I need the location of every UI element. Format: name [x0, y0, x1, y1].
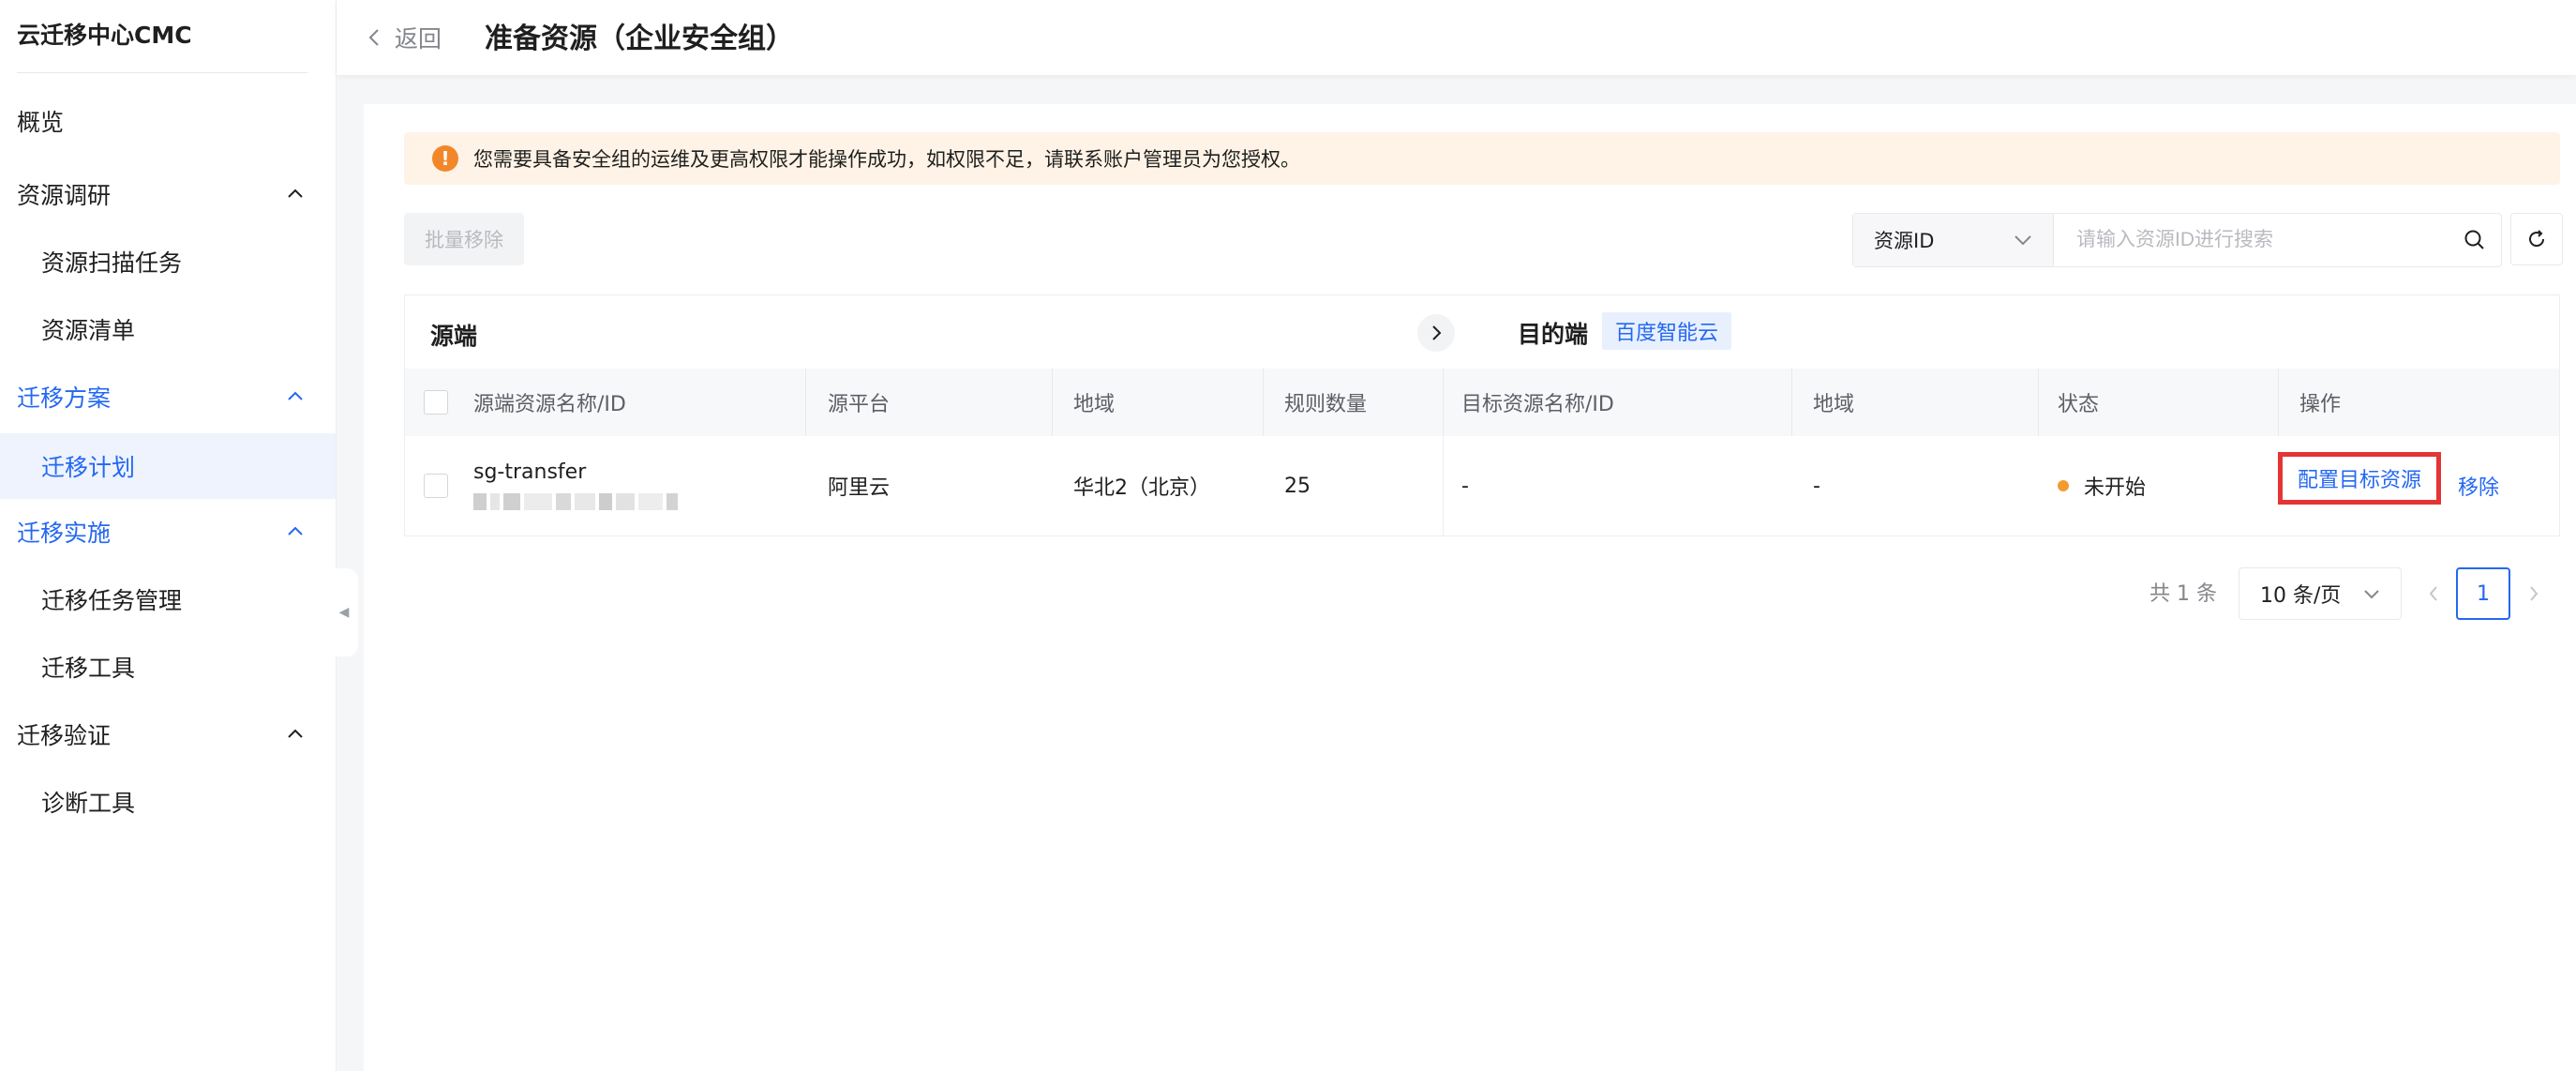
- source-resource-cell: sg-transfer: [473, 436, 715, 536]
- column-header: 地域: [1073, 393, 1116, 416]
- status-text: 未开始: [2084, 476, 2147, 500]
- rule-count: 25: [1284, 474, 1310, 498]
- target-platform-badge: 百度智能云: [1602, 312, 1732, 350]
- target-group-label: 目的端: [1518, 321, 1589, 348]
- source-group-label: 源端: [430, 323, 478, 350]
- sidebar-item-label: 概览: [17, 109, 65, 136]
- target-region: -: [1813, 474, 1820, 498]
- search-field-select[interactable]: 资源ID: [1853, 214, 2054, 266]
- next-page-button[interactable]: [2520, 578, 2548, 610]
- main-card: ! 您需要具备安全组的运维及更高权限才能操作成功，如权限不足，请联系账户管理员为…: [364, 104, 2576, 1071]
- sidebar-group-verify[interactable]: 迁移验证: [0, 703, 336, 765]
- chevron-up-icon: [288, 526, 303, 536]
- chevron-down-icon: [2364, 589, 2379, 598]
- sidebar-item-scan-tasks[interactable]: 资源扫描任务: [0, 231, 336, 293]
- target-resource-name: -: [1461, 474, 1469, 498]
- table-row: sg-transfer 阿里云 华北2（北京） 25 - - 未开始 配置目标资…: [405, 436, 2559, 536]
- source-platform: 阿里云: [828, 476, 891, 500]
- sidebar-item-label: 资源调研: [17, 182, 112, 209]
- chevron-up-icon: [288, 729, 303, 738]
- permission-alert: ! 您需要具备安全组的运维及更高权限才能操作成功，如权限不足，请联系账户管理员为…: [404, 132, 2560, 185]
- sidebar-item-label: 迁移实施: [17, 520, 112, 547]
- status-dot-icon: [2058, 480, 2069, 491]
- triangle-left-icon: ◀: [338, 605, 350, 620]
- alert-text: 您需要具备安全组的运维及更高权限才能操作成功，如权限不足，请联系账户管理员为您授…: [473, 148, 1300, 171]
- sidebar-item-resource-list[interactable]: 资源清单: [0, 298, 336, 360]
- sidebar-item-label: 迁移任务管理: [41, 587, 183, 614]
- warning-icon: !: [432, 145, 458, 172]
- sidebar-item-label: 资源清单: [41, 317, 136, 344]
- divider: [17, 72, 307, 73]
- page-size-value: 10 条/页: [2260, 584, 2342, 608]
- sidebar-item-label: 诊断工具: [41, 790, 136, 817]
- search-input[interactable]: [2054, 214, 2449, 266]
- chevron-up-icon: [288, 189, 303, 198]
- column-header: 状态: [2058, 393, 2100, 416]
- redacted-resource-id: [473, 492, 715, 512]
- chevron-down-icon: [2014, 235, 2031, 246]
- resource-table: 源端 目的端 百度智能云 源端资源名称/ID 源平台 地域 规则数量 目标资源名…: [404, 294, 2560, 536]
- page-number-button[interactable]: 1: [2456, 567, 2510, 620]
- sidebar-item-label: 迁移工具: [41, 655, 136, 682]
- column-header: 地域: [1813, 393, 1855, 416]
- column-header: 源平台: [828, 393, 891, 416]
- configure-target-button[interactable]: 配置目标资源: [2278, 452, 2441, 505]
- sidebar-item-migration-plan[interactable]: 迁移计划: [0, 433, 336, 499]
- sidebar: 云迁移中心CMC 概览 资源调研 资源扫描任务 资源清单 迁移方案 迁移计划 迁…: [0, 0, 337, 1071]
- table-header: 源端资源名称/ID 源平台 地域 规则数量 目标资源名称/ID 地域 状态 操作: [405, 369, 2559, 436]
- source-region: 华北2（北京）: [1073, 476, 1210, 500]
- app-title: 云迁移中心CMC: [17, 22, 192, 49]
- sidebar-item-label: 迁移计划: [41, 454, 136, 481]
- prev-page-button[interactable]: [2419, 578, 2448, 610]
- back-label: 返回: [395, 25, 442, 53]
- page-size-select[interactable]: 10 条/页: [2239, 567, 2402, 620]
- sidebar-item-diagnose-tools[interactable]: 诊断工具: [0, 771, 336, 833]
- sidebar-item-label: 资源扫描任务: [41, 249, 183, 277]
- sidebar-item-label: 迁移方案: [17, 385, 112, 412]
- sidebar-group-plan[interactable]: 迁移方案: [0, 366, 336, 428]
- page-title: 准备资源（企业安全组）: [485, 23, 794, 55]
- search-group: 资源ID: [1852, 213, 2502, 267]
- status-badge: 未开始: [2058, 436, 2146, 536]
- sidebar-item-task-management[interactable]: 迁移任务管理: [0, 568, 336, 630]
- pagination-total: 共 1 条: [2149, 582, 2217, 606]
- back-button[interactable]: 返回: [367, 21, 442, 54]
- search-field-value: 资源ID: [1874, 230, 1935, 252]
- table-group-header: 源端 目的端 百度智能云: [405, 295, 2559, 369]
- search-icon[interactable]: [2449, 214, 2501, 266]
- chevron-up-icon: [288, 391, 303, 400]
- sidebar-item-migration-tools[interactable]: 迁移工具: [0, 636, 336, 698]
- sidebar-collapse-button[interactable]: ◀: [330, 568, 358, 656]
- chevron-right-icon: [2530, 586, 2539, 601]
- batch-remove-button[interactable]: 批量移除: [404, 213, 524, 265]
- chevron-left-icon: [2429, 586, 2437, 601]
- arrow-right-icon: [1417, 314, 1455, 352]
- column-header: 目标资源名称/ID: [1461, 393, 1614, 416]
- chevron-left-icon: [368, 29, 379, 46]
- column-header: 源端资源名称/ID: [473, 393, 626, 416]
- column-header: 规则数量: [1284, 393, 1368, 416]
- refresh-button[interactable]: [2510, 213, 2563, 265]
- remove-button[interactable]: 移除: [2458, 436, 2499, 536]
- column-header: 操作: [2299, 393, 2342, 416]
- sidebar-group-research[interactable]: 资源调研: [0, 163, 336, 225]
- row-checkbox[interactable]: [424, 436, 448, 536]
- source-resource-name: sg-transfer: [473, 460, 587, 484]
- sidebar-item-overview[interactable]: 概览: [0, 90, 336, 152]
- sidebar-item-label: 迁移验证: [17, 722, 112, 749]
- refresh-icon: [2529, 230, 2545, 248]
- select-all-checkbox[interactable]: [424, 369, 448, 436]
- header: 返回 准备资源（企业安全组）: [337, 0, 2576, 75]
- sidebar-group-implement[interactable]: 迁移实施: [0, 501, 336, 563]
